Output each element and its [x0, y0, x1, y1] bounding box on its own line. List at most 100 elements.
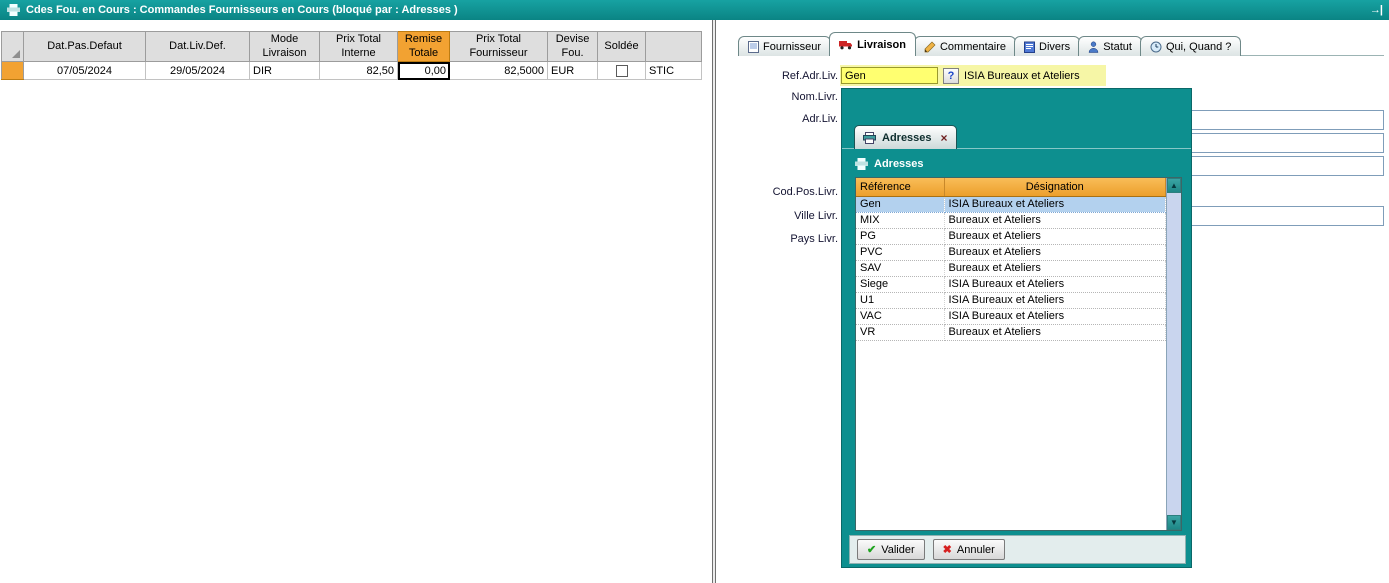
orders-grid-pane: Dat.Pas.Defaut Dat.Liv.Def. Mode Livrais… [0, 20, 712, 583]
orders-table: Dat.Pas.Defaut Dat.Liv.Def. Mode Livrais… [1, 31, 702, 80]
scroll-down-icon[interactable]: ▼ [1167, 515, 1181, 530]
dialog-tab-label: Adresses [882, 132, 932, 144]
col-dat-liv-def[interactable]: Dat.Liv.Def. [146, 32, 250, 62]
col-devise-fou[interactable]: Devise Fou. [548, 32, 598, 62]
cell-prix-total-fournisseur[interactable]: 82,5000 [450, 62, 548, 80]
orders-header-row: Dat.Pas.Defaut Dat.Liv.Def. Mode Livrais… [2, 32, 702, 62]
addresses-list: Référence Désignation Gen ISIA Bureaux e… [855, 177, 1182, 531]
check-icon: ✔ [867, 543, 876, 556]
printer-icon [855, 158, 868, 170]
detail-pane: Fournisseur Livraison Commentaire [716, 20, 1389, 583]
person-icon [1088, 41, 1099, 53]
order-row: 07/05/2024 29/05/2024 DIR 82,50 0,00 82,… [2, 62, 702, 80]
address-reference: Gen [856, 196, 944, 212]
address-designation: Bureaux et Ateliers [944, 212, 1166, 228]
address-designation: Bureaux et Ateliers [944, 244, 1166, 260]
window-title: Cdes Fou. en Cours : Commandes Fournisse… [26, 4, 458, 16]
annuler-button[interactable]: ✖ Annuler [933, 539, 1005, 560]
col-mode-livraison[interactable]: Mode Livraison [250, 32, 320, 62]
cell-dat-pas-defaut[interactable]: 07/05/2024 [24, 62, 146, 80]
cell-code[interactable]: STIC [646, 62, 702, 80]
scroll-up-icon[interactable]: ▲ [1167, 178, 1181, 193]
ref-adr-liv-input[interactable] [841, 67, 938, 84]
address-row[interactable]: Gen ISIA Bureaux et Ateliers [856, 196, 1166, 212]
tab-divers[interactable]: Divers [1014, 36, 1080, 56]
ref-adr-liv-description: ISIA Bureaux et Ateliers [964, 70, 1080, 82]
address-designation: ISIA Bureaux et Ateliers [944, 196, 1166, 212]
col-remise-totale[interactable]: Remise Totale [398, 32, 450, 62]
tab-qui-quand[interactable]: Qui, Quand ? [1140, 36, 1241, 56]
address-designation: Bureaux et Ateliers [944, 260, 1166, 276]
address-designation: ISIA Bureaux et Ateliers [944, 292, 1166, 308]
address-designation: ISIA Bureaux et Ateliers [944, 308, 1166, 324]
tab-label: Statut [1103, 41, 1132, 53]
col-dat-pas-defaut[interactable]: Dat.Pas.Defaut [24, 32, 146, 62]
app-window: Cdes Fou. en Cours : Commandes Fournisse… [0, 0, 1389, 583]
dialog-footer: ✔ Valider ✖ Annuler [849, 535, 1186, 564]
collapse-panel-button[interactable]: →| [1370, 4, 1382, 16]
printer-icon [7, 4, 20, 16]
col-reference[interactable]: Référence [856, 178, 944, 196]
valider-button[interactable]: ✔ Valider [857, 539, 925, 560]
cross-icon: ✖ [943, 543, 952, 556]
addresses-list-body: Référence Désignation Gen ISIA Bureaux e… [856, 178, 1166, 530]
row-selector[interactable] [2, 62, 24, 80]
pencil-icon [924, 41, 936, 53]
adresses-dialog-tab[interactable]: Adresses × [854, 125, 957, 149]
adresses-dialog: Adresses × Adresses Référence [841, 88, 1192, 568]
address-reference: VAC [856, 308, 944, 324]
address-row[interactable]: VAC ISIA Bureaux et Ateliers [856, 308, 1166, 324]
address-row[interactable]: SAV Bureaux et Ateliers [856, 260, 1166, 276]
label-cod-pos-livr: Cod.Pos.Livr. [750, 186, 838, 198]
corner-triangle-icon [12, 50, 20, 58]
close-icon[interactable]: × [941, 131, 948, 145]
cell-prix-total-interne[interactable]: 82,50 [320, 62, 398, 80]
cell-soldee [598, 62, 646, 80]
tab-label: Fournisseur [763, 41, 821, 53]
notebook-icon [1024, 41, 1035, 53]
scrollbar-track[interactable] [1167, 193, 1181, 515]
window-titlebar: Cdes Fou. en Cours : Commandes Fournisse… [0, 0, 1389, 20]
cell-remise-totale[interactable]: 0,00 [398, 62, 450, 80]
cell-devise-fou[interactable]: EUR [548, 62, 598, 80]
address-row[interactable]: VR Bureaux et Ateliers [856, 324, 1166, 340]
label-adr-liv: Adr.Liv. [750, 113, 838, 125]
cell-mode-livraison[interactable]: DIR [250, 62, 320, 80]
help-button[interactable]: ? [943, 68, 959, 84]
tab-fournisseur[interactable]: Fournisseur [738, 36, 831, 56]
dialog-scrollbar[interactable]: ▲ ▼ [1166, 178, 1181, 530]
address-reference: SAV [856, 260, 944, 276]
address-row[interactable]: MIX Bureaux et Ateliers [856, 212, 1166, 228]
select-all-corner[interactable] [2, 32, 24, 62]
label-nom-livr: Nom.Livr. [750, 91, 838, 103]
tab-livraison[interactable]: Livraison [829, 32, 916, 56]
label-ref-adr-liv: Ref.Adr.Liv. [750, 70, 838, 82]
address-reference: VR [856, 324, 944, 340]
addresses-header-row: Référence Désignation [856, 178, 1166, 196]
col-prix-total-fournisseur[interactable]: Prix Total Fournisseur [450, 32, 548, 62]
detail-tabstrip: Fournisseur Livraison Commentaire [738, 32, 1239, 56]
clock-icon [1150, 41, 1162, 53]
address-row[interactable]: U1 ISIA Bureaux et Ateliers [856, 292, 1166, 308]
cell-dat-liv-def[interactable]: 29/05/2024 [146, 62, 250, 80]
soldee-checkbox[interactable] [616, 65, 628, 77]
tab-label: Qui, Quand ? [1166, 41, 1231, 53]
col-designation[interactable]: Désignation [944, 178, 1166, 196]
tab-commentaire[interactable]: Commentaire [914, 36, 1016, 56]
address-row[interactable]: PVC Bureaux et Ateliers [856, 244, 1166, 260]
address-reference: PVC [856, 244, 944, 260]
tab-statut[interactable]: Statut [1078, 36, 1142, 56]
printer-icon [863, 132, 876, 144]
label-pays-livr: Pays Livr. [750, 233, 838, 245]
col-soldee[interactable]: Soldée [598, 32, 646, 62]
annuler-label: Annuler [957, 544, 995, 556]
adresses-dialog-title: Adresses [855, 155, 924, 173]
col-extra[interactable] [646, 32, 702, 62]
dialog-title-text: Adresses [874, 158, 924, 170]
tab-label: Commentaire [940, 41, 1006, 53]
truck-icon [839, 39, 853, 50]
col-prix-total-interne[interactable]: Prix Total Interne [320, 32, 398, 62]
address-designation: ISIA Bureaux et Ateliers [944, 276, 1166, 292]
address-row[interactable]: Siege ISIA Bureaux et Ateliers [856, 276, 1166, 292]
address-row[interactable]: PG Bureaux et Ateliers [856, 228, 1166, 244]
